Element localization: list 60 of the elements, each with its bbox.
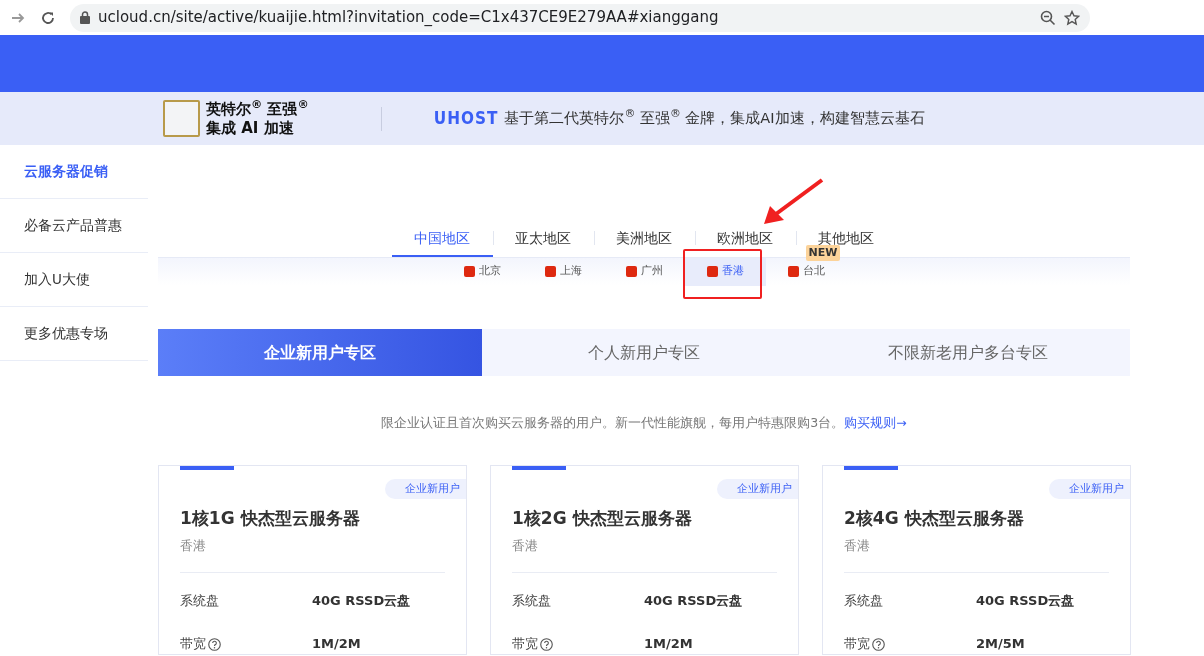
spec-label: 系统盘 [512, 592, 551, 610]
city-tab[interactable]: 上海 [522, 257, 604, 286]
address-bar[interactable]: ucloud.cn/site/active/kuaijie.html?invitation_code=C1x437CE9E279AA#xianggang [70, 3, 1090, 32]
city-tab[interactable]: 香港 [684, 257, 766, 286]
spec-label: 带宽 [512, 635, 538, 653]
sidebar-item[interactable]: 加入U大使 [0, 253, 148, 307]
accent-bar [844, 465, 898, 470]
sidebar-item[interactable]: 更多优惠专场 [0, 307, 148, 361]
spec-label: 系统盘 [844, 592, 883, 610]
product-region: 香港 [512, 537, 539, 556]
flag-icon [787, 266, 799, 277]
help-icon[interactable] [872, 638, 885, 651]
user-tab[interactable]: 企业新用户专区 [158, 329, 482, 376]
region-tab[interactable]: 美洲地区 [593, 225, 695, 257]
spec-value: 40G RSSD云盘 [976, 592, 1075, 610]
accent-bar [512, 465, 566, 470]
flag-icon [625, 266, 637, 277]
region-tab[interactable]: 亚太地区 [492, 225, 594, 257]
user-tab[interactable]: 个人新用户专区 [482, 329, 806, 376]
accent-bar [180, 465, 234, 470]
lock-icon [80, 11, 90, 24]
product-title: 1核2G 快杰型云服务器 [512, 506, 693, 530]
reload-icon[interactable] [40, 9, 56, 26]
user-tag: 企业新用户 [1049, 478, 1130, 500]
product-title: 2核4G 快杰型云服务器 [844, 506, 1025, 530]
spec-label: 带宽 [844, 635, 870, 653]
city-tab[interactable]: 广州 [603, 257, 685, 286]
spec-label: 带宽 [180, 635, 206, 653]
spec-value: 1M/2M [644, 635, 693, 653]
region-tab[interactable]: 欧洲地区 [694, 225, 796, 257]
tagline: 基于第二代英特尔$^{®}$ 至强$^{®}$ 金牌，集成AI加速，构建智慧云基石 [504, 107, 925, 128]
sidebar-item[interactable]: 云服务器促销 [0, 145, 148, 199]
flag-icon [544, 266, 556, 277]
pointer-arrow [762, 178, 824, 226]
zoom-icon[interactable] [1040, 9, 1056, 26]
help-icon[interactable] [540, 638, 553, 651]
user-tab[interactable]: 不限新老用户多台专区 [806, 329, 1130, 376]
city-tab[interactable]: 北京 [441, 257, 523, 286]
logo-text: 英特尔$^{®}$ 至强$^{®}$ [206, 99, 309, 119]
sidebar-item[interactable]: 必备云产品普惠 [0, 199, 148, 253]
spec-value: 1M/2M [312, 635, 361, 653]
product-name: UHOST [433, 106, 499, 130]
spec-label: 系统盘 [180, 592, 219, 610]
star-icon[interactable] [1064, 9, 1080, 26]
product-title: 1核1G 快杰型云服务器 [180, 506, 361, 530]
product-region: 香港 [180, 537, 207, 556]
flag-icon [463, 266, 475, 277]
chip-logo [163, 100, 200, 137]
spec-value: 2M/5M [976, 635, 1025, 653]
product-region: 香港 [844, 537, 871, 556]
user-tag: 企业新用户 [717, 478, 798, 500]
user-tag: 企业新用户 [385, 478, 466, 500]
spec-value: 40G RSSD云盘 [644, 592, 743, 610]
new-badge: NEW [805, 244, 841, 261]
rules-link[interactable]: 购买规则→ [844, 415, 907, 430]
notice-text: 限企业认证且首次购买云服务器的用户。新一代性能旗舰，每用户特惠限购3台。购买规则→ [380, 414, 908, 432]
spec-value: 40G RSSD云盘 [312, 592, 411, 610]
help-icon[interactable] [208, 638, 221, 651]
flag-icon [706, 266, 718, 277]
logo-text: 集成 AI 加速 [206, 118, 295, 138]
